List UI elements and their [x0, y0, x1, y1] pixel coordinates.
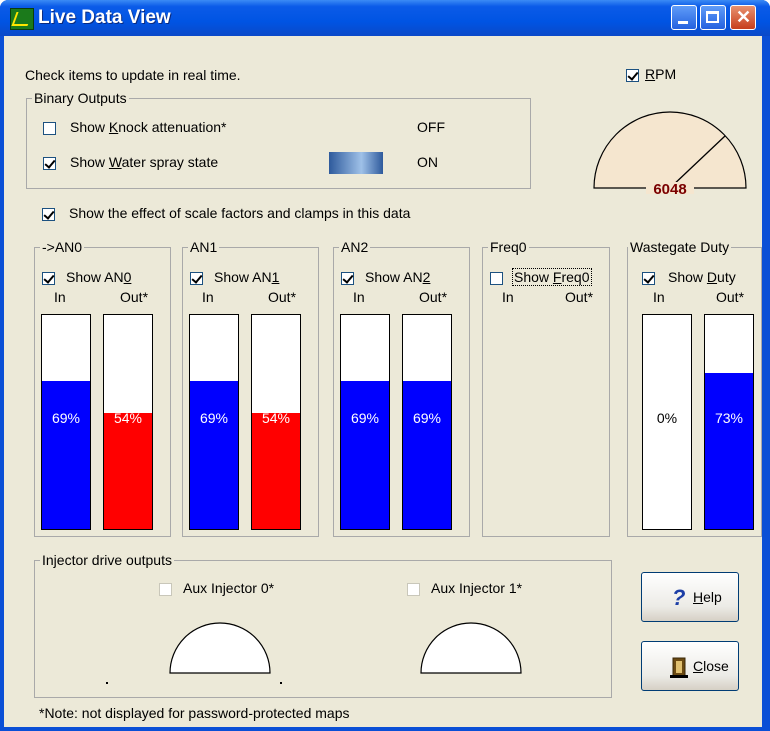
duty-out-bar: 73%	[704, 314, 754, 530]
injector-title: Injector drive outputs	[40, 552, 174, 568]
an1-out-bar: 54%	[251, 314, 301, 530]
window: Live Data View Check items to update in …	[0, 0, 770, 731]
show-an1-checkbox[interactable]	[190, 272, 203, 285]
knock-state: OFF	[417, 119, 445, 135]
show-an0-checkbox[interactable]	[42, 272, 55, 285]
duty-in-value: 0%	[656, 410, 678, 426]
an0-out-value: 54%	[113, 410, 143, 426]
freq0-group: Freq0 Show Freq0 In Out*	[482, 239, 610, 537]
freq0-out-label: Out*	[565, 289, 594, 305]
show-an2-checkbox[interactable]	[341, 272, 354, 285]
an1-out-value: 54%	[261, 410, 291, 426]
close-window-button[interactable]	[730, 5, 756, 30]
knock-checkbox[interactable]	[43, 122, 56, 135]
an2-out-bar: 69%	[402, 314, 452, 530]
an2-out-fill	[403, 381, 451, 529]
close-label: Close	[693, 658, 729, 674]
help-icon: ?	[672, 585, 686, 610]
an1-in-value: 69%	[199, 410, 229, 426]
scale-factors-checkbox[interactable]	[42, 208, 55, 221]
app-icon	[10, 8, 34, 30]
aux-injector-1-gauge	[420, 622, 522, 674]
aux-injector-dot	[106, 682, 108, 684]
show-an0-label: Show AN0	[66, 269, 132, 285]
freq0-in-label: In	[502, 289, 514, 305]
an2-title: AN2	[339, 239, 371, 255]
an2-in-label: In	[353, 289, 365, 305]
an1-in-label: In	[202, 289, 214, 305]
an2-out-label: Out*	[419, 289, 448, 305]
an0-in-label: In	[54, 289, 66, 305]
duty-out-value: 73%	[714, 410, 744, 426]
binary-outputs-title: Binary Outputs	[32, 90, 129, 106]
aux-injector-0-label: Aux Injector 0*	[183, 580, 275, 596]
show-freq0-checkbox[interactable]	[490, 272, 503, 285]
aux-injector-1-checkbox[interactable]	[407, 583, 420, 596]
an1-title: AN1	[188, 239, 220, 255]
an2-group: AN2 Show AN2 In Out* 69% 69%	[333, 239, 470, 537]
show-an2-label: Show AN2	[365, 269, 431, 285]
an0-out-fill	[104, 413, 152, 529]
an0-in-value: 69%	[51, 410, 81, 426]
rpm-gauge-dial	[593, 111, 747, 189]
knock-label: Show Knock attenuation*	[70, 119, 227, 135]
duty-in-label: In	[653, 289, 665, 305]
window-title: Live Data View	[38, 7, 171, 28]
water-spray-checkbox[interactable]	[43, 157, 56, 170]
show-an1-label: Show AN1	[214, 269, 280, 285]
an0-title: ->AN0	[40, 239, 85, 255]
an2-in-bar: 69%	[340, 314, 390, 530]
wastegate-group: Wastegate Duty Show Duty In Out* 0% 73%	[627, 239, 762, 537]
rpm-checkbox[interactable]	[626, 69, 639, 82]
aux-injector-0-checkbox[interactable]	[159, 583, 172, 596]
water-spray-label: Show Water spray state	[70, 154, 219, 170]
rpm-gauge: 6048	[593, 111, 747, 194]
duty-out-label: Out*	[716, 289, 745, 305]
an1-out-fill	[252, 413, 300, 529]
an2-out-value: 69%	[412, 410, 442, 426]
an0-out-bar: 54%	[103, 314, 153, 530]
maximize-button[interactable]	[700, 5, 726, 30]
footnote: *Note: not displayed for password-protec…	[39, 705, 350, 721]
show-freq0-label: Show Freq0	[512, 268, 592, 286]
water-spray-state: ON	[417, 154, 438, 170]
rpm-value: 6048	[653, 181, 686, 194]
water-spray-icon	[329, 152, 383, 174]
instructions-text: Check items to update in real time.	[25, 67, 241, 83]
aux-injector-0-gauge	[169, 622, 271, 674]
an0-out-label: Out*	[120, 289, 149, 305]
client-area: Check items to update in real time. RPM …	[4, 36, 762, 727]
an1-group: AN1 Show AN1 In Out* 69% 54%	[182, 239, 319, 537]
aux-injector-1-label: Aux Injector 1*	[431, 580, 523, 596]
minimize-button[interactable]	[671, 5, 697, 30]
show-duty-checkbox[interactable]	[642, 272, 655, 285]
duty-in-bar: 0%	[642, 314, 692, 530]
an0-group: ->AN0 Show AN0 In Out* 69% 54%	[34, 239, 171, 537]
freq0-title: Freq0	[488, 239, 529, 255]
show-duty-label: Show Duty	[668, 269, 736, 285]
an0-in-bar: 69%	[41, 314, 91, 530]
an1-out-label: Out*	[268, 289, 297, 305]
aux-injector-dot	[280, 682, 282, 684]
help-label: Help	[693, 589, 722, 605]
an0-in-fill	[42, 381, 90, 529]
an2-in-value: 69%	[350, 410, 380, 426]
close-button[interactable]: Close	[641, 641, 739, 691]
an2-in-fill	[341, 381, 389, 529]
duty-out-fill	[705, 372, 753, 529]
an1-in-bar: 69%	[189, 314, 239, 530]
scale-factors-label: Show the effect of scale factors and cla…	[69, 205, 411, 221]
injector-group: Injector drive outputs Aux Injector 0* A…	[34, 552, 612, 698]
rpm-label: RPM	[645, 66, 677, 82]
an1-in-fill	[190, 381, 238, 529]
help-button[interactable]: ? Help	[641, 572, 739, 622]
binary-outputs-group: Binary Outputs Show Knock attenuation* O…	[26, 90, 531, 189]
wastegate-title: Wastegate Duty	[628, 239, 732, 255]
exit-door-icon	[670, 657, 688, 678]
title-bar[interactable]: Live Data View	[0, 0, 770, 36]
